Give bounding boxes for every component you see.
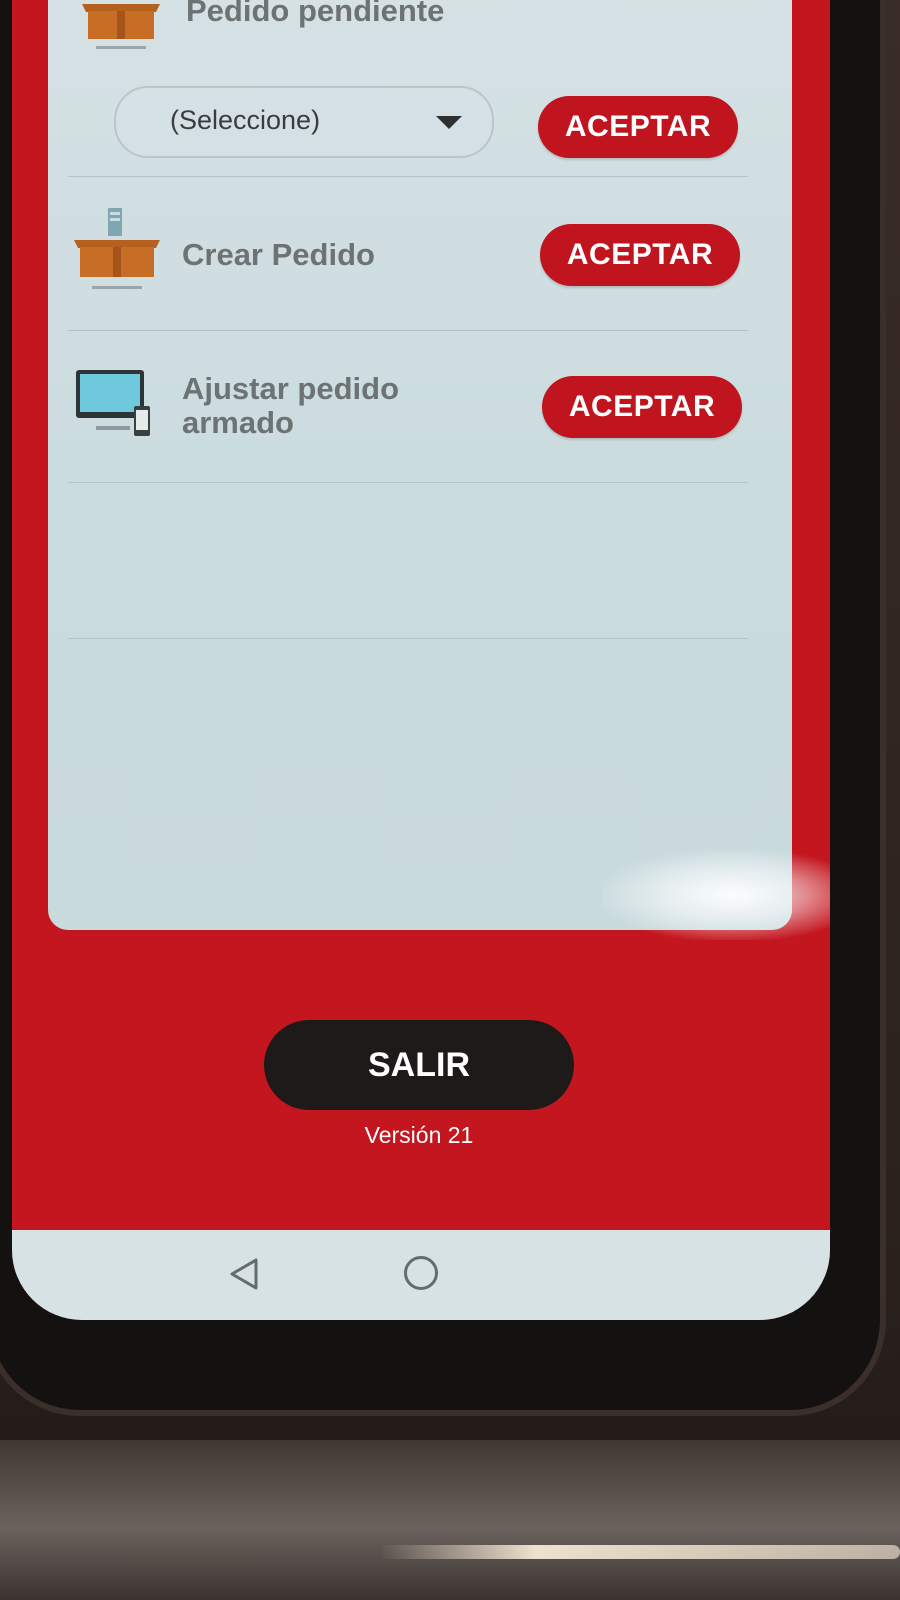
phone-frame: Pedido pendiente (Seleccione) ACEPTAR Cr… bbox=[0, 0, 880, 1410]
menu-card: Pedido pendiente (Seleccione) ACEPTAR Cr… bbox=[48, 0, 792, 930]
chevron-down-icon bbox=[436, 116, 462, 129]
desk-reflection bbox=[380, 1545, 900, 1559]
ajustar-pedido-label: Ajustar pedido armado bbox=[182, 371, 400, 440]
desk-surface bbox=[0, 1440, 900, 1600]
computer-icon bbox=[74, 368, 154, 440]
row-divider bbox=[68, 638, 748, 639]
photo-scene: Pedido pendiente (Seleccione) ACEPTAR Cr… bbox=[0, 0, 900, 1600]
app-screen: Pedido pendiente (Seleccione) ACEPTAR Cr… bbox=[12, 0, 830, 1320]
version-label: Versión 21 bbox=[364, 1122, 474, 1148]
system-navbar bbox=[12, 1230, 830, 1320]
accept-pending-button[interactable]: ACEPTAR bbox=[538, 96, 738, 158]
create-box-icon bbox=[72, 204, 162, 296]
row-divider bbox=[68, 330, 748, 331]
exit-button[interactable]: SALIR bbox=[264, 1020, 574, 1110]
back-icon[interactable] bbox=[226, 1256, 262, 1292]
accept-create-button[interactable]: ACEPTAR bbox=[540, 224, 740, 286]
home-icon[interactable] bbox=[404, 1256, 438, 1290]
select-value: (Seleccione) bbox=[170, 105, 321, 135]
crear-pedido-label: Crear Pedido bbox=[182, 237, 375, 272]
row-divider bbox=[68, 176, 748, 177]
pending-box-icon bbox=[78, 0, 164, 54]
pedido-pendiente-select[interactable]: (Seleccione) bbox=[114, 86, 494, 158]
pedido-pendiente-label: Pedido pendiente bbox=[186, 0, 445, 28]
accept-adjust-button[interactable]: ACEPTAR bbox=[542, 376, 742, 438]
row-divider bbox=[68, 482, 748, 483]
